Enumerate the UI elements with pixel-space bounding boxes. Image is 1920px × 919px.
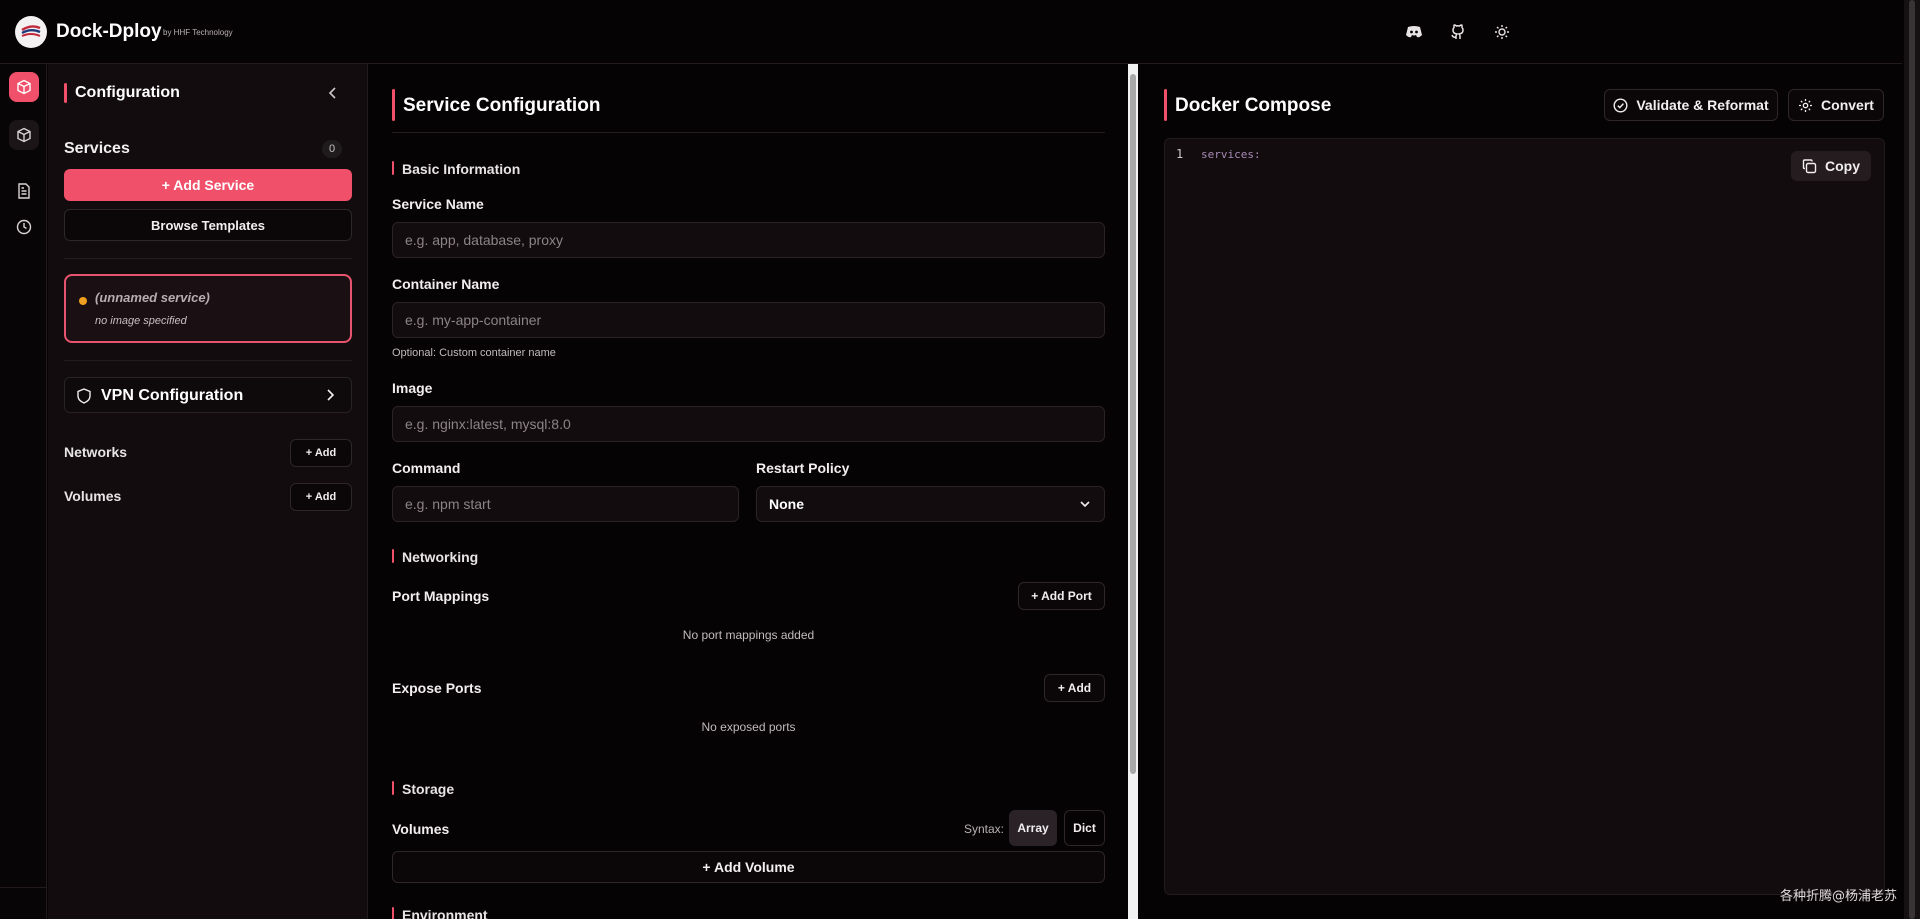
restart-policy-value: None bbox=[769, 496, 804, 512]
sun-icon[interactable] bbox=[1492, 22, 1512, 42]
service-config-title: Service Configuration bbox=[403, 95, 601, 116]
restart-policy-select[interactable]: None bbox=[756, 486, 1105, 522]
gear-icon bbox=[1798, 98, 1813, 113]
services-count-badge: 0 bbox=[322, 140, 342, 158]
chevron-right-icon bbox=[326, 389, 334, 401]
status-dot bbox=[79, 297, 87, 305]
docker-compose-title: Docker Compose bbox=[1175, 95, 1332, 116]
command-label: Command bbox=[392, 460, 461, 476]
container-name-hint: Optional: Custom container name bbox=[392, 347, 556, 359]
panel-scrollbar[interactable] bbox=[1128, 64, 1138, 919]
services-label: Services bbox=[64, 140, 130, 157]
docker-compose-panel: Docker Compose Validate & Reformat Conve… bbox=[1139, 64, 1904, 919]
container-name-input[interactable] bbox=[392, 302, 1105, 338]
config-title: Configuration bbox=[75, 84, 180, 101]
page-scrollbar[interactable] bbox=[1904, 0, 1920, 919]
convert-label: Convert bbox=[1821, 97, 1874, 113]
service-card[interactable]: (unnamed service) no image specified bbox=[64, 274, 352, 343]
networking-heading: Networking bbox=[402, 549, 479, 565]
service-card-subtitle: no image specified bbox=[95, 315, 187, 327]
copy-label: Copy bbox=[1825, 158, 1860, 174]
port-mappings-label: Port Mappings bbox=[392, 588, 490, 604]
service-name-input[interactable] bbox=[392, 222, 1105, 258]
section-accent bbox=[392, 161, 394, 175]
vpn-label: VPN Configuration bbox=[101, 387, 244, 404]
add-network-button[interactable]: + Add bbox=[290, 439, 352, 467]
section-accent bbox=[392, 781, 394, 795]
rail-divider bbox=[0, 887, 47, 888]
document-icon[interactable] bbox=[9, 176, 39, 206]
discord-icon[interactable] bbox=[1404, 22, 1424, 42]
cube-icon[interactable] bbox=[9, 72, 39, 102]
app-header: Dock-Dploy by HHF Technology bbox=[0, 0, 1902, 64]
browse-templates-button[interactable]: Browse Templates bbox=[64, 209, 352, 241]
title-accent-bar bbox=[392, 89, 395, 121]
scrollbar-thumb[interactable] bbox=[1130, 74, 1136, 774]
cube-icon[interactable] bbox=[9, 120, 39, 150]
brand-subtitle: by HHF Technology bbox=[163, 28, 233, 37]
no-ports-message: No port mappings added bbox=[682, 628, 815, 642]
clock-icon[interactable] bbox=[9, 212, 39, 242]
add-volume-button[interactable]: + Add Volume bbox=[392, 851, 1105, 883]
vpn-configuration-button[interactable]: VPN Configuration bbox=[64, 377, 352, 413]
add-service-button[interactable]: + Add Service bbox=[64, 169, 352, 201]
validate-label: Validate & Reformat bbox=[1636, 97, 1769, 113]
section-accent bbox=[392, 549, 394, 563]
add-expose-port-button[interactable]: + Add bbox=[1044, 674, 1105, 702]
expose-ports-label: Expose Ports bbox=[392, 680, 482, 696]
sidebar-divider bbox=[64, 360, 352, 361]
syntax-dict-toggle[interactable]: Dict bbox=[1064, 810, 1105, 846]
shield-icon bbox=[77, 388, 91, 404]
add-port-button[interactable]: + Add Port bbox=[1018, 582, 1105, 610]
syntax-array-toggle[interactable]: Array bbox=[1009, 810, 1057, 846]
convert-button[interactable]: Convert bbox=[1788, 89, 1884, 121]
watermark: 各种折腾@杨浦老苏 bbox=[1780, 889, 1898, 904]
app-logo[interactable] bbox=[15, 16, 47, 48]
sidebar-divider bbox=[64, 258, 352, 259]
restart-policy-label: Restart Policy bbox=[756, 460, 850, 476]
configuration-sidebar: Configuration Services 0 + Add Service B… bbox=[48, 64, 368, 919]
code-editor[interactable]: 1 services: Copy bbox=[1164, 138, 1885, 895]
command-input[interactable] bbox=[392, 486, 739, 522]
check-circle-icon bbox=[1613, 97, 1628, 113]
scrollbar-thumb[interactable] bbox=[1909, 0, 1915, 919]
networks-label: Networks bbox=[64, 444, 128, 460]
environment-heading: Environment bbox=[402, 907, 488, 919]
panel-divider bbox=[392, 132, 1105, 133]
chevron-left-icon[interactable] bbox=[324, 84, 342, 102]
image-label: Image bbox=[392, 380, 433, 396]
service-name-label: Service Name bbox=[392, 196, 484, 212]
container-name-label: Container Name bbox=[392, 276, 500, 292]
section-accent bbox=[392, 907, 394, 919]
validate-reformat-button[interactable]: Validate & Reformat bbox=[1604, 89, 1778, 121]
image-input[interactable] bbox=[392, 406, 1105, 442]
add-volume-sidebar-button[interactable]: + Add bbox=[290, 483, 352, 511]
no-exposed-message: No exposed ports bbox=[701, 720, 796, 734]
storage-heading: Storage bbox=[402, 781, 455, 797]
title-accent-bar bbox=[1164, 89, 1167, 121]
code-line: services: bbox=[1201, 148, 1261, 161]
brand-title: Dock-Dploy bbox=[56, 21, 162, 42]
copy-button[interactable]: Copy bbox=[1791, 151, 1871, 181]
chevron-down-icon bbox=[1080, 501, 1090, 508]
basic-info-heading: Basic Information bbox=[402, 161, 521, 177]
volumes-label: Volumes bbox=[64, 488, 122, 504]
title-accent-bar bbox=[64, 83, 67, 103]
icon-rail bbox=[0, 64, 47, 919]
service-configuration-panel: Service Configuration Basic Information … bbox=[369, 64, 1127, 919]
github-icon[interactable] bbox=[1448, 22, 1468, 42]
copy-icon bbox=[1802, 158, 1817, 174]
line-number: 1 bbox=[1176, 147, 1184, 161]
service-card-name: (unnamed service) bbox=[95, 290, 210, 305]
volumes-label: Volumes bbox=[392, 821, 450, 837]
syntax-label: Syntax: bbox=[964, 822, 1005, 836]
